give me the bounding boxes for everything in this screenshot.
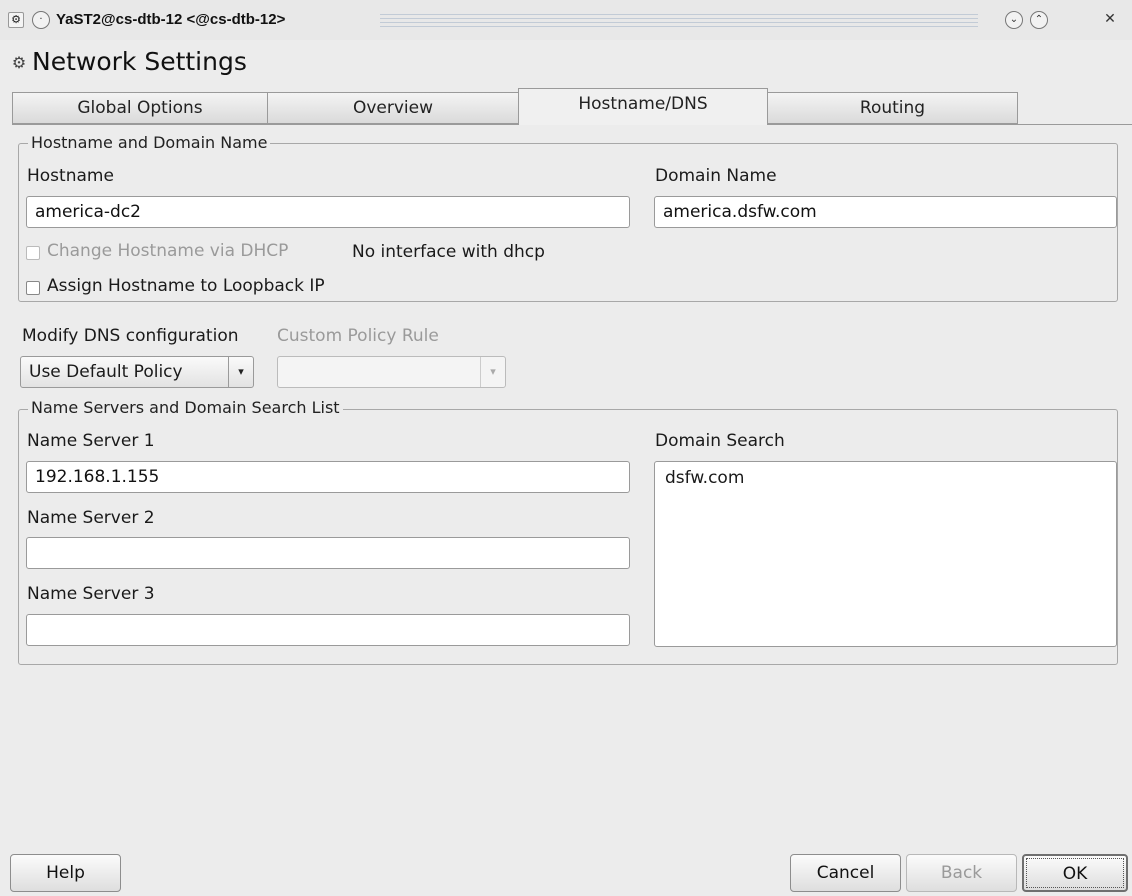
domain-search-list[interactable]: dsfw.com <box>654 461 1117 647</box>
domain-search-label: Domain Search <box>655 431 785 451</box>
dhcp-hostname-checkbox[interactable] <box>26 246 40 260</box>
hostname-group-title: Hostname and Domain Name <box>28 133 271 152</box>
list-item[interactable]: dsfw.com <box>665 468 1106 488</box>
domain-name-label: Domain Name <box>655 166 777 186</box>
loopback-checkbox[interactable] <box>26 281 40 295</box>
window-titlebar: ⚙ · YaST2@cs-dtb-12 <@cs-dtb-12> ⌄ ⌃ ✕ <box>0 0 1132 40</box>
modify-dns-label: Modify DNS configuration <box>22 326 239 346</box>
keep-above-icon[interactable]: · <box>32 11 50 29</box>
loopback-label: Assign Hostname to Loopback IP <box>47 276 325 296</box>
name-server-1-input[interactable]: 192.168.1.155 <box>26 461 630 493</box>
dhcp-note: No interface with dhcp <box>352 242 545 262</box>
name-server-1-label: Name Server 1 <box>27 431 155 451</box>
name-server-2-input[interactable] <box>26 537 630 569</box>
cancel-button[interactable]: Cancel <box>790 854 901 892</box>
modify-dns-value: Use Default Policy <box>29 362 183 382</box>
dhcp-hostname-label: Change Hostname via DHCP <box>47 241 289 261</box>
name-server-3-label: Name Server 3 <box>27 584 155 604</box>
tab-global-options[interactable]: Global Options <box>12 92 268 124</box>
tab-routing[interactable]: Routing <box>767 92 1018 124</box>
domain-name-input[interactable]: america.dsfw.com <box>654 196 1117 228</box>
hostname-input[interactable]: america-dc2 <box>26 196 630 228</box>
tab-hostname-dns[interactable]: Hostname/DNS <box>518 88 768 125</box>
name-server-3-input[interactable] <box>26 614 630 646</box>
hostname-label: Hostname <box>27 166 114 186</box>
custom-policy-label: Custom Policy Rule <box>277 326 439 346</box>
name-server-2-label: Name Server 2 <box>27 508 155 528</box>
ok-button[interactable]: OK <box>1022 854 1128 892</box>
modify-dns-combo[interactable]: Use Default Policy ▾ <box>20 356 254 388</box>
minimize-icon[interactable]: ⌄ <box>1005 11 1023 29</box>
back-button[interactable]: Back <box>906 854 1017 892</box>
close-icon[interactable]: ✕ <box>1101 11 1119 29</box>
help-button[interactable]: Help <box>10 854 121 892</box>
chevron-down-icon: ▾ <box>480 357 505 387</box>
maximize-icon[interactable]: ⌃ <box>1030 11 1048 29</box>
nameserver-group-title: Name Servers and Domain Search List <box>28 398 343 417</box>
custom-policy-combo[interactable]: ▾ <box>277 356 506 388</box>
network-settings-icon: ⚙ <box>11 53 27 72</box>
tab-overview[interactable]: Overview <box>267 92 519 124</box>
chevron-down-icon: ▾ <box>228 357 253 387</box>
window-menu-icon[interactable]: ⚙ <box>8 12 24 28</box>
page-title: Network Settings <box>32 47 247 76</box>
window-title: YaST2@cs-dtb-12 <@cs-dtb-12> <box>56 11 286 28</box>
titlebar-decoration <box>380 14 978 28</box>
